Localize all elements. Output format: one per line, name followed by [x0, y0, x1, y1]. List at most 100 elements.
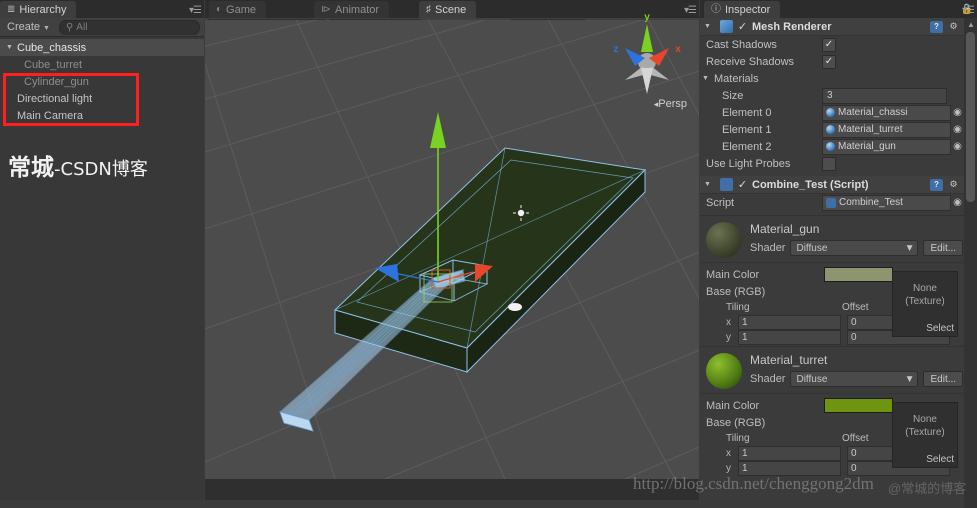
- axis-x-label: x: [726, 317, 731, 328]
- scene-grid-icon: ♯: [426, 3, 432, 15]
- triangle-down-icon[interactable]: ▼: [704, 23, 716, 30]
- component-header-mesh-renderer[interactable]: ▼ ✓ Mesh Renderer ? ⚙: [700, 18, 964, 36]
- script-asset-icon: [826, 197, 836, 208]
- receive-shadows-checkbox[interactable]: ✓: [822, 54, 836, 69]
- script-value: Combine_Test: [839, 197, 903, 208]
- component-enabled-checkbox[interactable]: ✓: [737, 21, 748, 33]
- scroll-up-arrow-icon[interactable]: ▲: [967, 20, 975, 29]
- material-gun-body: Main Color ✏ Base (RGB) Tiling Offset x …: [700, 262, 964, 345]
- inspector-panel-menu-icon[interactable]: ▾☰: [962, 5, 975, 16]
- shader-edit-label: Edit...: [930, 373, 957, 385]
- triangle-down-icon[interactable]: ▼: [704, 181, 716, 188]
- texture-none-label: None (Texture): [893, 403, 957, 439]
- shader-label: Shader: [750, 373, 786, 385]
- hierarchy-item-cube-chassis[interactable]: ▼ Cube_chassis: [0, 39, 204, 56]
- property-element-0: Element 0 Material_chassi ◉: [700, 104, 964, 121]
- gear-icon[interactable]: ⚙: [947, 21, 960, 33]
- watermark-brand-name: 常城: [8, 155, 54, 181]
- element-1-picker-icon[interactable]: ◉: [951, 124, 964, 135]
- element-1-value: Material_turret: [838, 124, 903, 135]
- script-object-field[interactable]: Combine_Test: [822, 194, 951, 211]
- materials-size-input[interactable]: 3: [822, 87, 947, 104]
- property-element-2: Element 2 Material_gun ◉: [700, 138, 964, 155]
- material-name: Material_gun: [750, 222, 820, 236]
- material-block-turret: Material_turret Shader Diffuse ▼ Edit...…: [700, 346, 964, 476]
- tab-animator[interactable]: ⧐ Animator: [314, 1, 390, 18]
- hierarchy-panel-menu-icon[interactable]: ▾☰: [189, 5, 202, 16]
- texture-slot[interactable]: None (Texture) Select: [892, 271, 958, 337]
- element-0-picker-icon[interactable]: ◉: [951, 107, 964, 118]
- chevron-down-icon: ▼: [43, 24, 50, 32]
- shader-dropdown[interactable]: Diffuse ▼: [790, 371, 919, 387]
- element-0-object-field[interactable]: Material_chassi: [822, 104, 951, 121]
- shader-edit-label: Edit...: [930, 242, 957, 254]
- hierarchy-item-cube-turret[interactable]: Cube_turret: [0, 56, 204, 73]
- shader-dropdown[interactable]: Diffuse ▼: [790, 240, 919, 256]
- component-header-combine-test[interactable]: ▼ ✓ Combine_Test (Script) ? ⚙: [700, 176, 964, 194]
- property-label: Element 2: [722, 140, 772, 153]
- texture-select-button[interactable]: Select: [926, 323, 954, 334]
- hierarchy-item-main-camera[interactable]: ▼ Main Camera: [0, 107, 204, 124]
- tiling-x-input[interactable]: 1: [738, 315, 841, 330]
- gear-icon[interactable]: ⚙: [947, 179, 960, 191]
- texture-slot[interactable]: None (Texture) Select: [892, 402, 958, 468]
- materials-label: Materials: [714, 72, 759, 85]
- element-2-picker-icon[interactable]: ◉: [951, 141, 964, 152]
- element-0-value: Material_chassi: [838, 107, 908, 118]
- tab-game[interactable]: ◐ Game: [209, 1, 267, 18]
- hierarchy-item-label: Main Camera: [17, 109, 84, 122]
- texture-select-label: Select: [926, 454, 954, 465]
- hierarchy-search-input[interactable]: ⚲ All: [58, 19, 200, 35]
- tiling-x-input[interactable]: 1: [738, 446, 841, 461]
- tiling-y-input[interactable]: 1: [738, 330, 841, 345]
- tab-inspector[interactable]: ⓘ Inspector: [704, 1, 781, 18]
- tab-scene[interactable]: ♯ Scene: [419, 1, 477, 18]
- main-color-swatch[interactable]: [824, 267, 893, 282]
- help-icon[interactable]: ?: [930, 20, 943, 33]
- tab-hierarchy[interactable]: ≣ Hierarchy: [0, 1, 77, 18]
- element-2-object-field[interactable]: Material_gun: [822, 138, 951, 155]
- shader-edit-button[interactable]: Edit...: [923, 371, 964, 387]
- property-receive-shadows: Receive Shadows ✓: [700, 53, 964, 70]
- triangle-down-icon[interactable]: ▼: [702, 75, 714, 82]
- cast-shadows-checkbox[interactable]: ✓: [822, 37, 836, 52]
- texture-select-button[interactable]: Select: [926, 454, 954, 465]
- hierarchy-item-label: Directional light: [17, 92, 93, 105]
- help-icon[interactable]: ?: [930, 178, 943, 191]
- spacer-icon: ▼: [6, 95, 17, 102]
- component-title: Combine_Test (Script): [752, 178, 869, 191]
- script-picker-icon[interactable]: ◉: [951, 197, 964, 208]
- property-label: Size: [722, 89, 744, 102]
- texture-none-label: None (Texture): [893, 272, 957, 308]
- main-color-swatch[interactable]: [824, 398, 893, 413]
- scene-view-axis-gizmo[interactable]: y z x: [605, 8, 689, 108]
- create-button[interactable]: Create ▼: [4, 21, 53, 33]
- property-materials-foldout[interactable]: ▼ Materials: [700, 70, 964, 87]
- use-light-probes-checkbox[interactable]: [822, 156, 836, 171]
- element-2-value: Material_gun: [838, 141, 896, 152]
- offset-y-value: 0: [851, 463, 857, 474]
- shader-edit-button[interactable]: Edit...: [923, 240, 964, 256]
- tiling-y-value: 1: [742, 463, 748, 474]
- material-name: Material_turret: [750, 353, 828, 367]
- hierarchy-list: ▼ Cube_chassis Cube_turret Cylinder_gun …: [0, 37, 204, 126]
- triangle-down-icon[interactable]: ▼: [6, 44, 17, 51]
- element-1-object-field[interactable]: Material_turret: [822, 121, 951, 138]
- hierarchy-tabbar: ≣ Hierarchy ▾☰: [0, 0, 204, 18]
- base-rgb-label: Base (RGB): [706, 285, 766, 298]
- inspector-scrollbar[interactable]: ▲: [964, 18, 977, 508]
- scene-projection-mode[interactable]: ◂Persp: [654, 98, 687, 110]
- spacer-icon: ▼: [6, 112, 17, 119]
- component-enabled-checkbox[interactable]: ✓: [737, 179, 748, 191]
- hierarchy-toolbar: Create ▼ ⚲ All: [0, 18, 204, 37]
- tiling-y-input[interactable]: 1: [738, 461, 841, 476]
- offset-y-value: 0: [851, 332, 857, 343]
- hierarchy-item-directional-light[interactable]: ▼ Directional light: [0, 90, 204, 107]
- scrollbar-thumb[interactable]: [966, 32, 975, 202]
- property-use-light-probes: Use Light Probes: [700, 155, 964, 172]
- hierarchy-item-cylinder-gun[interactable]: Cylinder_gun: [0, 73, 204, 90]
- camera-gizmo-icon: [508, 303, 522, 311]
- tab-game-label: Game: [226, 3, 257, 16]
- main-color-label: Main Color: [706, 399, 760, 412]
- animator-icon: ⧐: [321, 3, 332, 15]
